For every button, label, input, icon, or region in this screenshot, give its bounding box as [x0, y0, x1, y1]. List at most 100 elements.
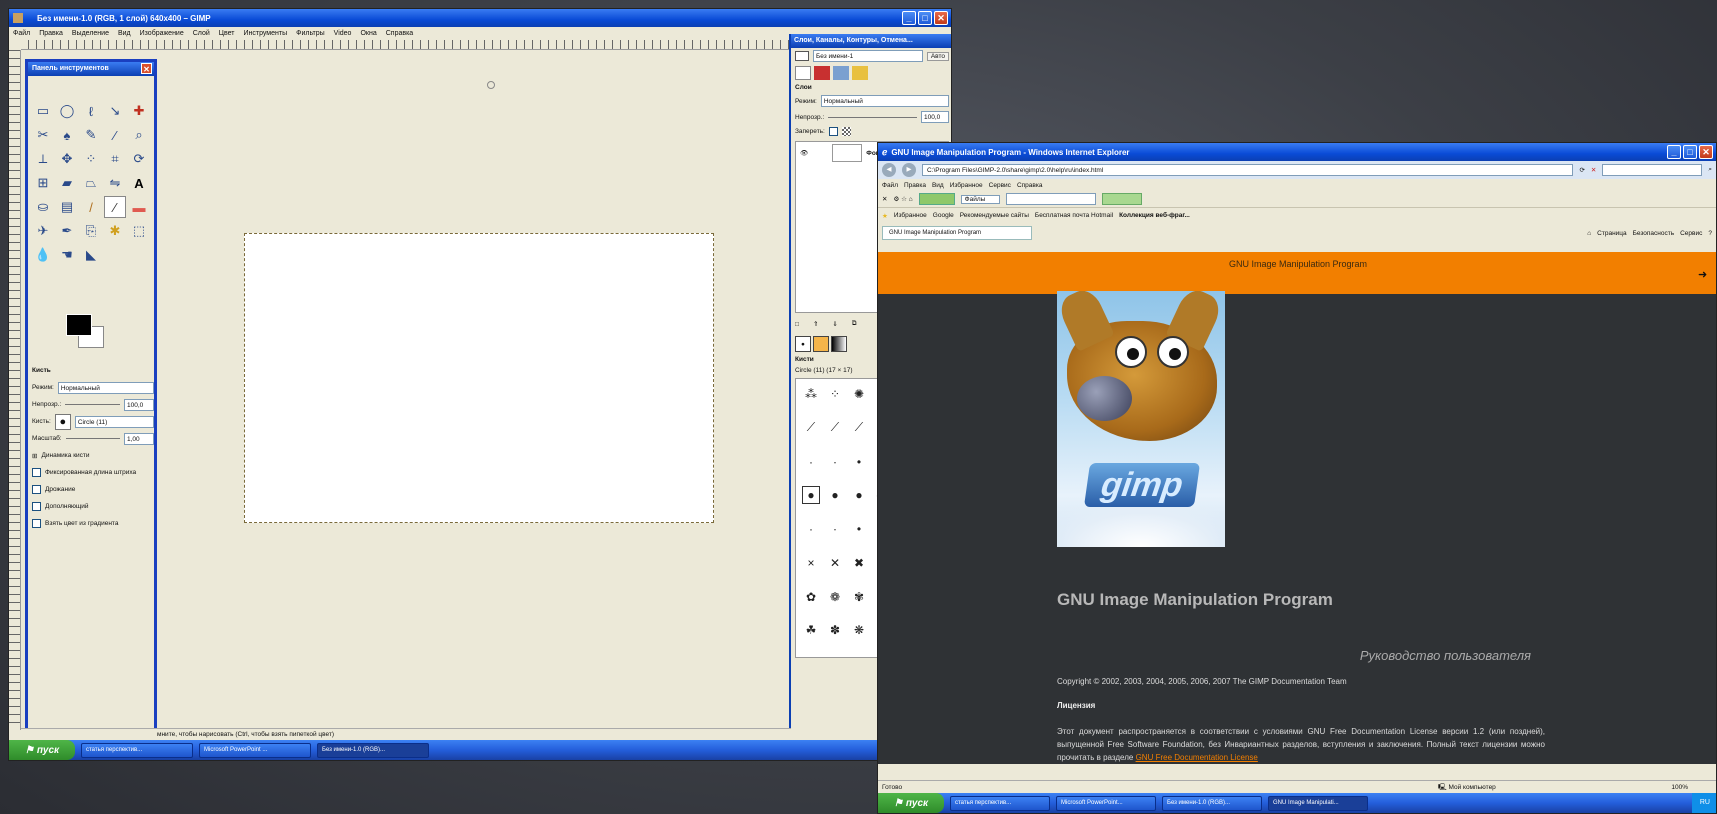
taskbar-item-powerpoint[interactable]: Microsoft PowerPoint ...	[199, 742, 311, 758]
home-icon[interactable]: ⌂	[1587, 230, 1591, 237]
tool-security[interactable]: Безопасность	[1633, 230, 1674, 237]
help-icon[interactable]: ?	[1708, 230, 1712, 237]
gradient-color-checkbox[interactable]	[32, 519, 41, 528]
shear-icon[interactable]: ▰	[56, 172, 78, 194]
eraser-icon[interactable]: ▬	[128, 196, 150, 218]
start-button[interactable]: ⚑ пуск	[9, 740, 75, 760]
tab-gimp[interactable]: GNU Image Manipulation Program	[882, 226, 1032, 240]
address-bar[interactable]: C:\Program Files\GIMP-2.0\share\gimp\2.0…	[922, 164, 1574, 176]
brush-circle-icon[interactable]: ●	[850, 486, 868, 504]
ellipse-select-icon[interactable]: ◯	[56, 100, 78, 122]
brush-spray-icon[interactable]: ⁘	[826, 385, 844, 403]
brush-spray-icon[interactable]: ⁂	[802, 385, 820, 403]
rotate-icon[interactable]: ⟳	[128, 148, 150, 170]
brush-cross-icon[interactable]: ✕	[826, 554, 844, 572]
rect-select-icon[interactable]: ▭	[32, 100, 54, 122]
layer-opacity-slider[interactable]	[828, 116, 917, 118]
mode-select[interactable]: Нормальный	[57, 381, 154, 394]
brush-fuzzy-icon[interactable]: ∙	[826, 520, 844, 538]
brush-dot-icon[interactable]: ·	[802, 453, 820, 471]
toolbar-close-icon[interactable]: ✕	[882, 195, 887, 203]
brush-dot-icon[interactable]: •	[850, 453, 868, 471]
blur-icon[interactable]: 💧	[32, 244, 54, 266]
text-icon[interactable]: A	[128, 172, 150, 194]
lasso-icon[interactable]: ℓ	[80, 100, 102, 122]
brush-cross-icon[interactable]: ×	[802, 554, 820, 572]
dodge-burn-icon[interactable]: ◣	[80, 244, 102, 266]
lock-alpha-checkbox[interactable]	[828, 127, 838, 136]
menu-filters[interactable]: Фильтры	[296, 30, 325, 37]
ie-menu-view[interactable]: Вид	[932, 182, 944, 189]
ie-menu-edit[interactable]: Правка	[904, 182, 926, 189]
back-icon[interactable]: ◀	[882, 163, 896, 177]
zoom-icon[interactable]: ⌕	[128, 124, 150, 146]
ie-menu-file[interactable]: Файл	[882, 182, 898, 189]
menu-image[interactable]: Изображение	[140, 30, 184, 37]
brush-texture-icon[interactable]: ✾	[850, 588, 868, 606]
incremental-checkbox[interactable]	[32, 502, 41, 511]
auto-button[interactable]: Авто	[926, 51, 949, 61]
brush-preview-icon[interactable]: ●	[54, 413, 71, 430]
blend-icon[interactable]: ▤	[56, 196, 78, 218]
files-dropdown[interactable]: Файлы	[960, 194, 1001, 204]
channels-tab-icon[interactable]	[814, 66, 830, 80]
heal-icon[interactable]: ✱	[104, 220, 126, 242]
menu-edit[interactable]: Правка	[39, 30, 63, 37]
fixed-length-checkbox[interactable]	[32, 468, 41, 477]
opacity-input[interactable]: 100,0	[124, 398, 154, 411]
image-select[interactable]: Без имени-1	[813, 50, 923, 62]
opacity-slider[interactable]	[65, 404, 120, 405]
smudge-icon[interactable]: ☚	[56, 244, 78, 266]
menu-video[interactable]: Video	[334, 30, 352, 37]
bucket-fill-icon[interactable]: ⛀	[32, 196, 54, 218]
brush-cross-icon[interactable]: ✖	[850, 554, 868, 572]
paths-tab-icon[interactable]	[833, 66, 849, 80]
ie-menu-help[interactable]: Справка	[1017, 182, 1043, 189]
toolbar-icons[interactable]: ⚙ ☆ ⌂	[893, 195, 912, 203]
license-link[interactable]: GNU Free Documentation License	[1136, 753, 1258, 762]
ie-minimize-button[interactable]: _	[1667, 145, 1681, 159]
paintbrush-icon[interactable]: ⁄	[104, 196, 126, 218]
favorites-star-icon[interactable]: ★	[882, 212, 888, 220]
move-icon[interactable]: ✥	[56, 148, 78, 170]
ie-start-button[interactable]: ⚑ пуск	[878, 793, 944, 813]
clone-icon[interactable]: ⎘	[80, 220, 102, 242]
ie-taskbar-item-ie[interactable]: GNU Image Manipulati...	[1268, 795, 1368, 811]
ink-icon[interactable]: ✒	[56, 220, 78, 242]
scale-input[interactable]: 1,00	[124, 432, 154, 445]
brush-fuzzy-icon[interactable]: ·	[802, 520, 820, 538]
patterns-tab-icon[interactable]	[813, 336, 829, 352]
duplicate-layer-icon[interactable]: ⧉	[852, 320, 857, 328]
crop-icon[interactable]: ⌗	[104, 148, 126, 170]
tray-language[interactable]: RU	[1700, 799, 1710, 806]
brush-dot-icon[interactable]: ∙	[826, 453, 844, 471]
fav-link-hotmail[interactable]: Бесплатная почта Hotmail	[1035, 212, 1113, 219]
layer-opacity-input[interactable]: 100,0	[921, 111, 949, 123]
brushes-tab-icon[interactable]: ●	[795, 336, 811, 352]
ie-menu-favorites[interactable]: Избранное	[950, 182, 983, 189]
toolbar-search-input[interactable]	[1006, 193, 1097, 205]
fuzzy-select-icon[interactable]: ↘	[104, 100, 126, 122]
ie-close-button[interactable]: ✕	[1699, 145, 1713, 159]
layers-tab-icon[interactable]	[795, 66, 811, 80]
brush-texture-icon[interactable]: ❁	[826, 588, 844, 606]
stop-icon[interactable]: ✕	[1591, 166, 1596, 174]
brush-circle-icon[interactable]: ●	[826, 486, 844, 504]
undo-tab-icon[interactable]	[852, 66, 868, 80]
paths-icon[interactable]: ✎	[80, 124, 102, 146]
align-icon[interactable]: ⁘	[80, 148, 102, 170]
fav-link-webslices[interactable]: Коллекция веб-фраг...	[1119, 212, 1190, 219]
next-arrow-icon[interactable]: ➜	[1698, 268, 1707, 281]
foreground-select-icon[interactable]: ♠	[56, 124, 78, 146]
perspective-icon[interactable]: ⏢	[80, 172, 102, 194]
fav-link-suggested[interactable]: Рекомендуемые сайты	[960, 212, 1029, 219]
toolbar-green-icon[interactable]	[918, 193, 955, 205]
menu-select[interactable]: Выделение	[72, 30, 109, 37]
tool-page[interactable]: Страница	[1597, 230, 1626, 237]
scissors-icon[interactable]: ✂	[32, 124, 54, 146]
ie-maximize-button[interactable]: □	[1683, 145, 1697, 159]
taskbar-item-gimp[interactable]: Без имени-1.0 (RGB)...	[317, 742, 429, 758]
tool-service[interactable]: Сервис	[1680, 230, 1702, 237]
minimize-button[interactable]: _	[902, 11, 916, 25]
toolbar-green-bar[interactable]	[1102, 193, 1143, 205]
